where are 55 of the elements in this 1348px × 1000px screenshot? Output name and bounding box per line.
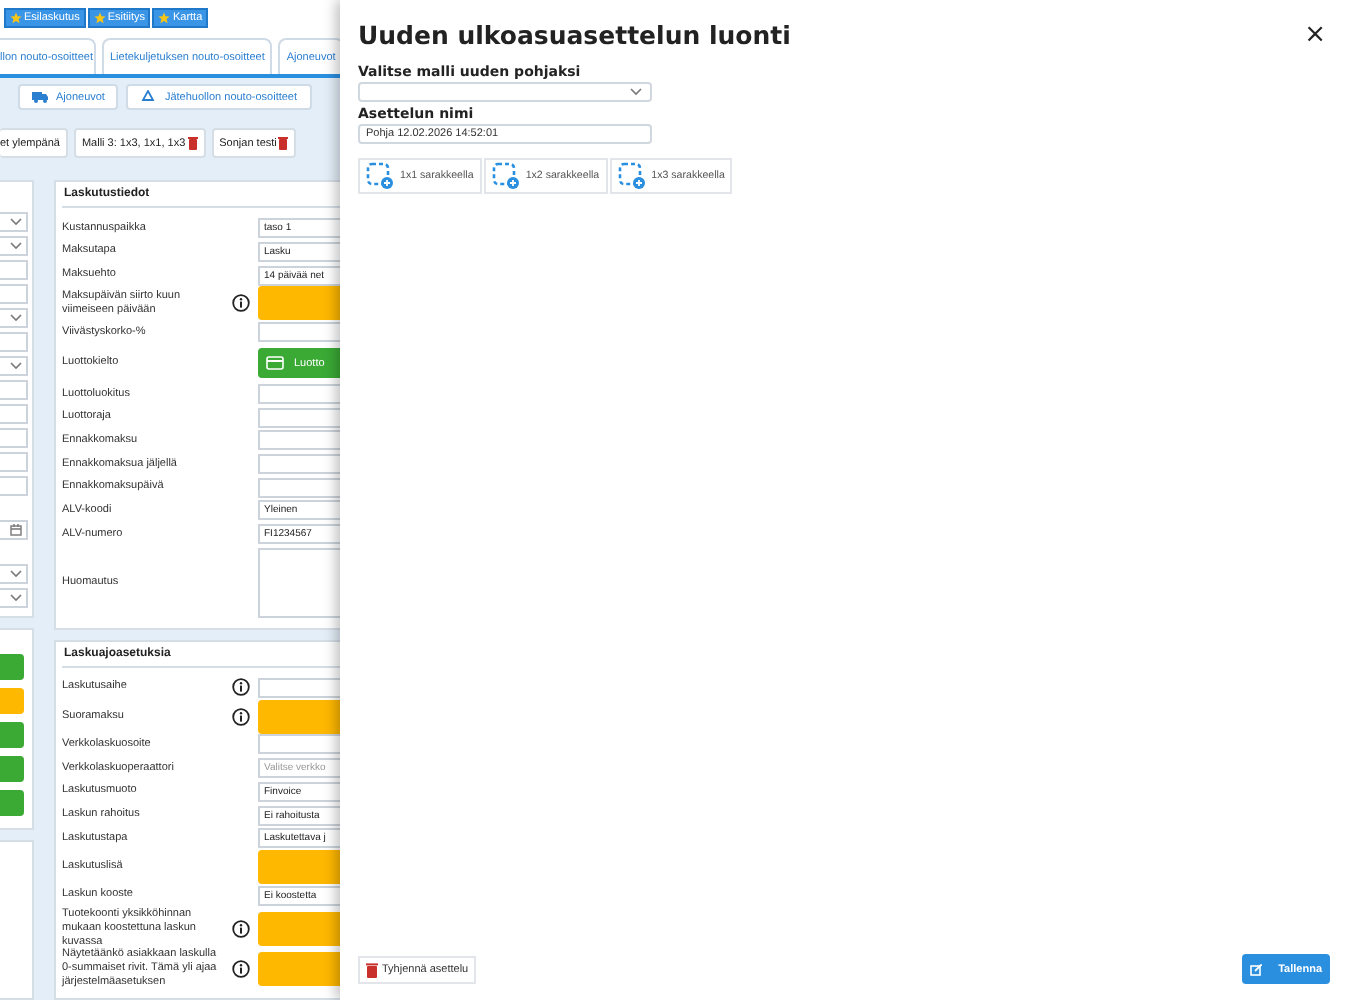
option-button[interactable] bbox=[0, 756, 24, 783]
input-field[interactable] bbox=[0, 428, 28, 449]
option-button[interactable] bbox=[0, 722, 24, 749]
dashed-square-icon bbox=[491, 162, 520, 190]
input-field[interactable] bbox=[0, 476, 28, 497]
card-icon bbox=[266, 356, 284, 371]
option-button[interactable] bbox=[258, 850, 340, 885]
trash-icon bbox=[366, 961, 378, 977]
input-field[interactable] bbox=[258, 734, 340, 755]
chevron-down-icon bbox=[630, 88, 642, 96]
dropdown-field[interactable] bbox=[0, 212, 28, 233]
dropdown-field[interactable] bbox=[358, 82, 652, 102]
dropdown-field[interactable] bbox=[0, 588, 28, 609]
input-field[interactable] bbox=[258, 477, 340, 498]
input-field[interactable] bbox=[258, 677, 340, 698]
input-field[interactable] bbox=[0, 404, 28, 425]
chevron-down-icon bbox=[10, 218, 22, 227]
dropdown-field[interactable] bbox=[0, 308, 28, 329]
dashed-square-icon bbox=[366, 162, 394, 190]
chevron-down-icon bbox=[10, 242, 22, 251]
star-icon bbox=[158, 12, 171, 24]
input-field[interactable] bbox=[0, 380, 28, 401]
option-button[interactable] bbox=[0, 790, 24, 817]
chevron-down-icon bbox=[10, 594, 22, 603]
chevron-down-icon bbox=[10, 570, 22, 579]
chevron-down-icon bbox=[10, 314, 22, 323]
chevron-down-icon bbox=[10, 362, 22, 371]
triangle-icon bbox=[140, 90, 157, 105]
input-field[interactable] bbox=[0, 452, 28, 473]
option-button[interactable] bbox=[258, 286, 340, 321]
calendar-icon bbox=[10, 524, 22, 537]
option-button[interactable] bbox=[0, 688, 24, 715]
dashed-square-icon bbox=[617, 162, 646, 190]
dialog-title: Uuden ulkoasuasettelun luonti bbox=[358, 19, 791, 49]
input-field[interactable] bbox=[258, 383, 340, 404]
input-field[interactable] bbox=[258, 454, 340, 475]
edit-icon bbox=[1250, 963, 1263, 975]
input-field[interactable] bbox=[0, 332, 28, 353]
dropdown-field[interactable] bbox=[0, 356, 28, 377]
input-field[interactable] bbox=[258, 407, 340, 428]
input-field[interactable] bbox=[0, 284, 28, 305]
close-button[interactable]: × bbox=[1300, 19, 1330, 49]
dropdown-field[interactable] bbox=[0, 236, 28, 257]
input-field[interactable] bbox=[258, 322, 340, 343]
option-button[interactable] bbox=[258, 911, 340, 946]
option-button[interactable] bbox=[258, 699, 340, 734]
input-field[interactable] bbox=[0, 260, 28, 281]
truck-icon bbox=[32, 90, 48, 105]
date-field[interactable] bbox=[0, 520, 28, 541]
option-button[interactable] bbox=[0, 654, 24, 681]
dropdown-field[interactable] bbox=[0, 564, 28, 585]
star-icon bbox=[93, 12, 106, 24]
star-icon bbox=[10, 12, 22, 24]
option-button[interactable] bbox=[258, 952, 340, 987]
input-field[interactable] bbox=[258, 430, 340, 451]
